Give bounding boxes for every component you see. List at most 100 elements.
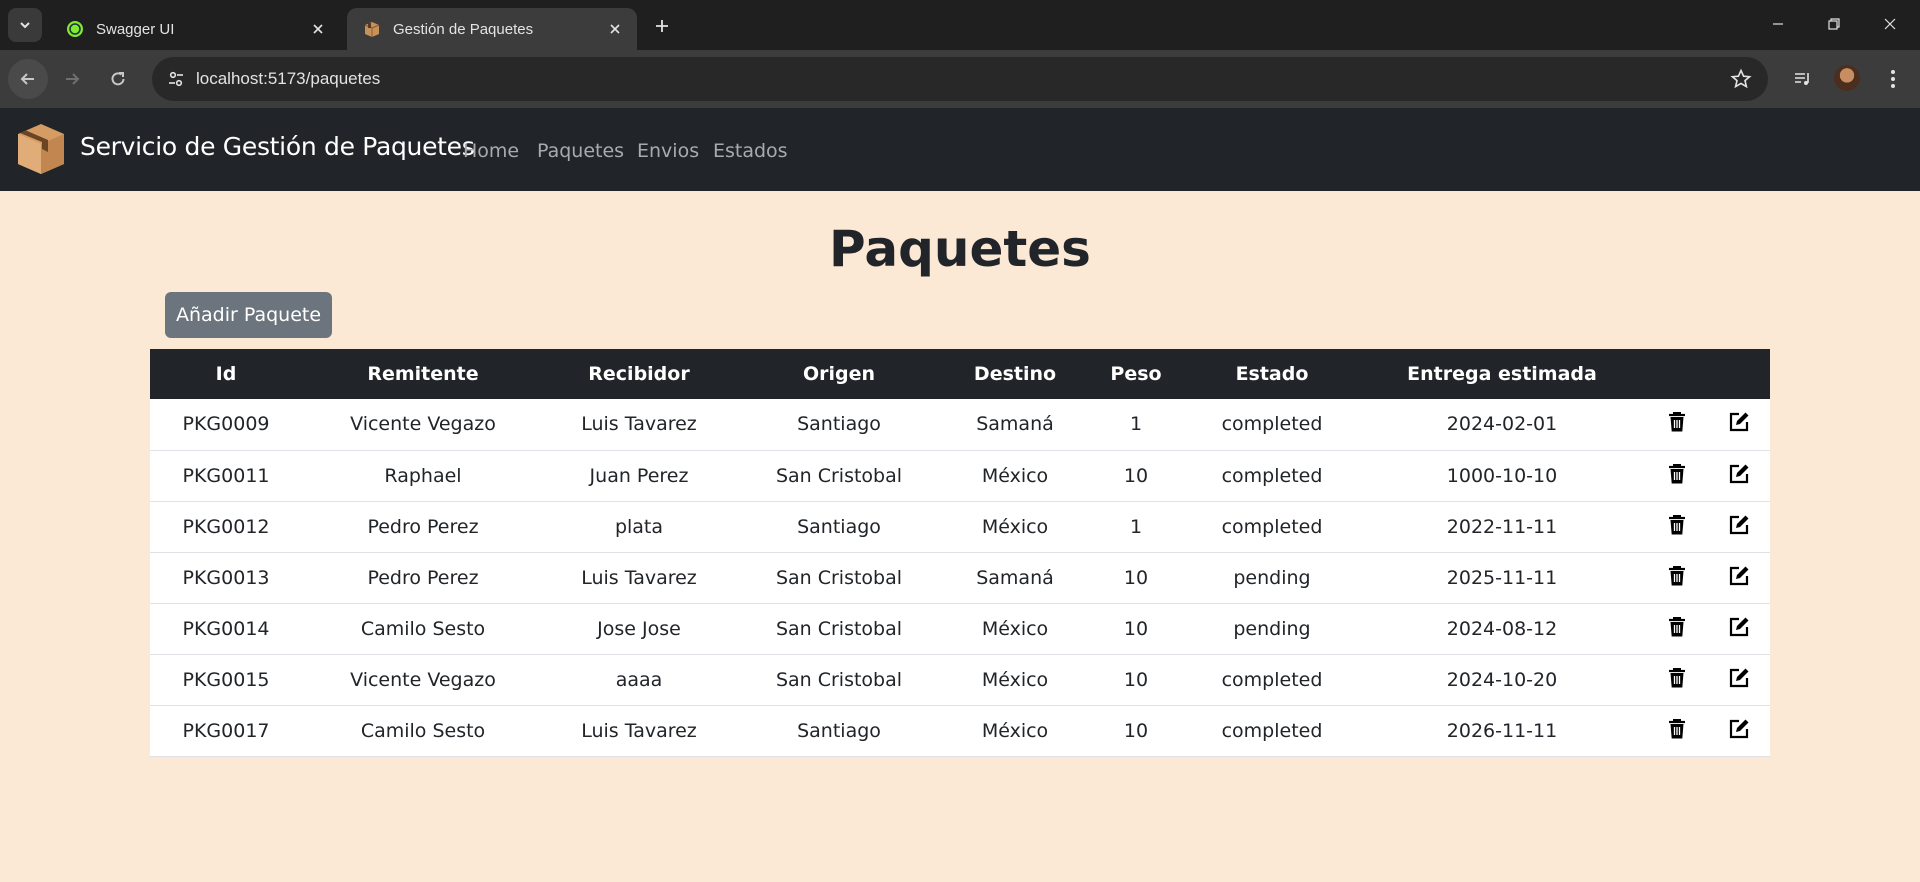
tune-icon [169,71,183,87]
table-cell: PKG0012 [182,515,270,538]
table-cell: 1 [1129,413,1143,436]
delete-cell [1646,603,1708,654]
table-cell: 2022-11-11 [1446,515,1558,538]
close-tab-icon[interactable] [605,19,625,39]
column-header: Destino [973,363,1057,385]
table-row: PKG0011 Raphael Juan Perez San Cristobal Méx… [150,450,1770,501]
column-header: Entrega estimada [1407,363,1597,385]
site-info-button[interactable] [160,63,192,95]
table-cell: 2025-11-11 [1446,566,1558,589]
table-row: PKG0015 Vicente Vegazo aaaa San Cristobal Mé… [150,654,1770,705]
column-header: Id [215,363,237,385]
star-icon[interactable] [1730,68,1752,90]
table-cell: 2024-02-01 [1446,413,1558,436]
table-cell: 1000-10-10 [1446,464,1558,487]
table-cell: Vicente Vegazo [350,413,496,436]
trash-icon[interactable] [1665,564,1689,588]
tab-title: Gestión de Paquetes [393,20,534,38]
close-tab-icon[interactable] [308,19,328,39]
table-cell: San Cristobal [775,566,903,589]
column-header: Estado [1235,363,1309,385]
table-row: PKG0013 Pedro Perez Luis Tavarez San Cristo… [150,552,1770,603]
arrow-left-icon [20,73,34,85]
address-bar[interactable]: localhost:5173/paquetes [152,57,1768,101]
tab-title: Swagger UI [96,20,175,38]
table-cell: completed [1221,515,1323,538]
edit-cell [1708,705,1770,756]
trash-icon[interactable] [1665,615,1689,639]
nav-estados[interactable]: Estados [713,140,788,162]
nav-paquetes[interactable]: Paquetes [537,140,624,162]
tab-swagger[interactable]: Swagger UI [50,8,340,50]
table-cell: completed [1221,413,1323,436]
table-row: PKG0012 Pedro Perez plata Santiago México 1 co… [150,501,1770,552]
table-row: PKG0014 Camilo Sesto Jose Jose San Cristoba… [150,603,1770,654]
table-cell: San Cristobal [775,464,903,487]
table-cell: PKG0011 [182,464,270,487]
nav-home[interactable]: Home [463,140,519,162]
trash-icon[interactable] [1665,462,1689,486]
browser-menu-button[interactable] [1880,66,1906,92]
close-icon [1884,18,1896,30]
packages-table: Id Remitente Recibidor Origen Destino Peso Est… [150,349,1770,757]
trash-icon[interactable] [1665,513,1689,537]
browser-tab-strip: Swagger UI Gestión de Paquetes [0,0,1920,50]
back-button[interactable] [8,59,48,99]
delete-cell [1646,705,1708,756]
add-package-button[interactable]: Añadir Paquete [165,292,332,338]
edit-icon[interactable] [1727,717,1751,741]
edit-icon[interactable] [1727,666,1751,690]
trash-icon[interactable] [1665,717,1689,741]
table-cell: Santiago [797,413,881,436]
minimize-icon [1773,23,1783,25]
minimize-button[interactable] [1758,6,1798,42]
table-cell: Jose Jose [597,617,681,640]
restore-button[interactable] [1814,6,1854,42]
reload-button[interactable] [98,59,138,99]
table-cell: 1 [1129,515,1143,538]
table-cell: 2024-10-20 [1446,668,1558,691]
table-cell: Luis Tavarez [581,566,697,589]
new-tab-button[interactable] [648,12,676,40]
trash-icon[interactable] [1665,410,1689,434]
nav-envios[interactable]: Envios [637,140,699,162]
table-cell: México [981,617,1049,640]
delete-cell [1646,399,1708,450]
profile-avatar[interactable] [1834,65,1860,91]
table-cell: Pedro Perez [367,515,479,538]
forward-button[interactable] [52,59,92,99]
tab-search-button[interactable] [8,8,42,42]
table-cell: PKG0009 [182,413,270,436]
table-cell: PKG0013 [182,566,270,589]
edit-icon[interactable] [1727,615,1751,639]
package-box-logo[interactable] [14,122,68,176]
table-cell: pending [1233,566,1311,589]
edit-icon[interactable] [1727,513,1751,537]
actions-edit-header [1708,349,1770,399]
playlist-icon [1795,73,1809,85]
table-row: PKG0017 Camilo Sesto Luis Tavarez Santiago M… [150,705,1770,756]
table-cell: completed [1221,668,1323,691]
table-cell: plata [614,515,664,538]
chevron-down-icon [20,22,30,29]
table-cell: San Cristobal [775,617,903,640]
table-cell: pending [1233,617,1311,640]
browser-toolbar: localhost:5173/paquetes [0,50,1920,108]
table-cell: Samaná [976,566,1054,589]
table-cell: Luis Tavarez [581,719,697,742]
column-header: Remitente [367,363,479,385]
edit-icon[interactable] [1727,462,1751,486]
table-cell: Camilo Sesto [360,719,486,742]
edit-icon[interactable] [1727,410,1751,434]
edit-cell [1708,552,1770,603]
edit-icon[interactable] [1727,564,1751,588]
close-window-button[interactable] [1870,6,1910,42]
url-text[interactable]: localhost:5173/paquetes [196,69,380,89]
trash-icon[interactable] [1665,666,1689,690]
delete-cell [1646,654,1708,705]
media-control-button[interactable] [1790,66,1816,92]
edit-cell [1708,654,1770,705]
tab-gestion-paquetes[interactable]: Gestión de Paquetes [347,8,637,50]
brand-name[interactable]: Servicio de Gestión de Paquetes [80,132,475,161]
delete-cell [1646,501,1708,552]
